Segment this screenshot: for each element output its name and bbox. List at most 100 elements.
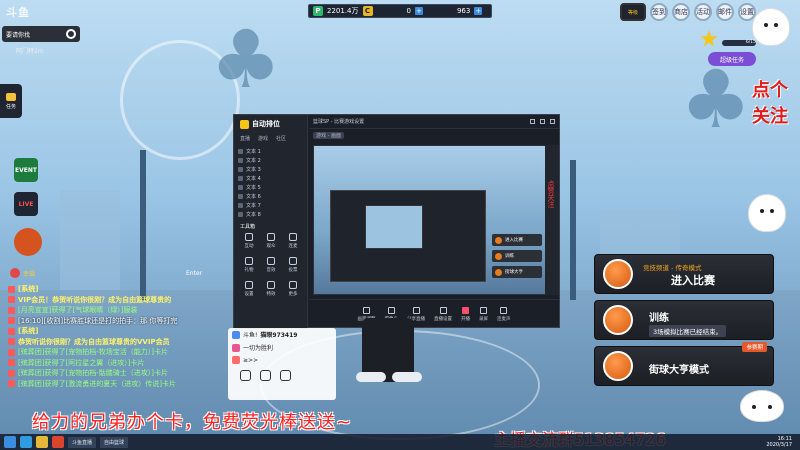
- share-icon[interactable]: [280, 370, 291, 381]
- scene-item[interactable]: 文本 3: [238, 165, 304, 174]
- os-taskbar: 斗鱼直播 自由篮球 16:11 2020/3/17: [0, 434, 800, 450]
- chat-message-text: [殡葬团]获得了[激流勇进的夏天（进攻）传说]卡片: [18, 379, 176, 388]
- currency-hud: P 2201.4万 C 0 + 963 +: [308, 4, 492, 18]
- fan-panel-tabs: [228, 366, 336, 381]
- window-logo: 自动排位: [240, 119, 280, 129]
- back-icon[interactable]: [66, 29, 76, 39]
- menu-card-1[interactable]: 竞技频道 - 传奇模式 进入比赛: [594, 254, 774, 294]
- chat-message-text: [16:10][收割]比赛胜球还是打的拍手：那 你等打完: [18, 316, 178, 325]
- palm-tree-right: ♣: [680, 53, 752, 146]
- room-label: 要请你找: [6, 31, 31, 39]
- menu-card-description: 3场模拟比赛已经结束。: [649, 325, 727, 337]
- super-task-button[interactable]: 超级任务: [708, 52, 756, 66]
- basketball-icon: [495, 268, 502, 276]
- clock-icon[interactable]: [240, 370, 251, 381]
- top-icon-button[interactable]: 等级: [620, 3, 646, 21]
- follow-prompt: 点个关注: [752, 80, 788, 127]
- tools-heading: 工具箱: [240, 224, 256, 230]
- tool-button[interactable]: 连麦: [282, 233, 304, 249]
- scene-item-label: 文本 3: [246, 167, 261, 173]
- scene-item[interactable]: 文本 6: [238, 192, 304, 201]
- tool-button[interactable]: 观众: [260, 233, 282, 249]
- eye-icon[interactable]: [238, 203, 243, 208]
- task-side-label: 任务: [5, 103, 16, 110]
- window-bottom-button[interactable]: 直播设置: [434, 307, 452, 322]
- eye-icon[interactable]: [238, 176, 243, 181]
- chat-message: 恭贺听说你很刚？成为自由篮球尊贵的VVIP会员: [8, 337, 224, 348]
- top-icon-button[interactable]: 签到: [650, 3, 668, 21]
- close-icon[interactable]: [550, 119, 555, 124]
- game-icon[interactable]: [52, 436, 64, 448]
- window-bottom-label: 连麦声: [497, 317, 511, 322]
- task-side-button[interactable]: 任务: [0, 84, 22, 118]
- speaker-icon: [8, 359, 15, 367]
- gift-icon[interactable]: [260, 370, 271, 381]
- window-tab[interactable]: 社区: [276, 135, 286, 142]
- eye-icon[interactable]: [238, 185, 243, 190]
- taskbar-item[interactable]: 斗鱼直播: [68, 436, 97, 448]
- add-coins-button[interactable]: +: [414, 7, 423, 15]
- window-bottom-button[interactable]: 开播: [461, 307, 470, 322]
- top-icon-button[interactable]: 商店: [672, 3, 690, 21]
- fan-panel: 斗鱼! 猫眼973419 一切为胜利 ≥>>: [228, 328, 336, 400]
- browser-icon[interactable]: [20, 436, 32, 448]
- scene-item[interactable]: 文本 5: [238, 183, 304, 192]
- eye-icon[interactable]: [238, 212, 243, 217]
- tool-button[interactable]: 互动: [238, 233, 260, 249]
- tool-button[interactable]: 特效: [260, 281, 282, 297]
- window-bottom-label: 录屏: [479, 317, 488, 322]
- tool-label: 礼物: [244, 268, 254, 273]
- tool-button[interactable]: 投票: [282, 257, 304, 273]
- window-bottom-toolbar: 画面调整摄像头分享直播直播设置开播录屏连麦声: [309, 299, 559, 329]
- live-icon[interactable]: LIVE: [14, 192, 38, 216]
- menu-card-2[interactable]: 训练 3场模拟比赛已经结束。: [594, 300, 774, 340]
- vote-icon[interactable]: [14, 228, 42, 256]
- preview-card-label: 进入比赛: [505, 238, 523, 243]
- scene-pill[interactable]: 游戏 - 画面: [313, 131, 344, 139]
- event-icon[interactable]: EVENT: [14, 158, 38, 182]
- tool-button[interactable]: 更多: [282, 281, 304, 297]
- tool-button[interactable]: 礼物: [238, 257, 260, 273]
- top-icon-button[interactable]: 邮件: [716, 3, 734, 21]
- maximize-icon[interactable]: [540, 119, 545, 124]
- scene-item[interactable]: 文本 2: [238, 156, 304, 165]
- eye-icon[interactable]: [238, 158, 243, 163]
- window-tab[interactable]: 游戏: [258, 135, 268, 142]
- player-tag: 幸福: [10, 268, 35, 278]
- scene-item[interactable]: 文本 8: [238, 210, 304, 219]
- chat-message: [16:10][收割]比赛胜球还是打的拍手：那 你等打完: [8, 316, 224, 327]
- eye-icon[interactable]: [238, 194, 243, 199]
- window-bottom-button[interactable]: 录屏: [479, 307, 488, 322]
- taskbar-item[interactable]: 自由篮球: [100, 436, 129, 448]
- speaker-icon: [8, 327, 15, 335]
- chat-message-text: [殡葬团]获得了[宠物拍档-骷髅骑士（进攻）]卡片: [18, 369, 168, 377]
- window-tab[interactable]: 直播: [240, 135, 250, 142]
- tool-button[interactable]: 音效: [260, 257, 282, 273]
- fan-row-2: 一切为胜利: [228, 341, 336, 354]
- scene-item-label: 文本 5: [246, 185, 261, 191]
- tool-icon: [267, 281, 275, 289]
- eye-icon[interactable]: [238, 167, 243, 172]
- scene-item[interactable]: 文本 1: [238, 147, 304, 156]
- eye-icon[interactable]: [238, 149, 243, 154]
- folder-icon[interactable]: [36, 436, 48, 448]
- tool-label: 特效: [266, 292, 276, 297]
- chat-message: [殡葬团]获得了[激流勇进的夏天（进攻）传说]卡片: [8, 379, 224, 390]
- start-button[interactable]: [4, 436, 16, 448]
- chat-feed: [系统] VIP会员！恭贺听说你很刚？成为自由篮球尊贵的 [月亮宣宣]获得了[气球眼…: [8, 284, 224, 389]
- menu-card-3[interactable]: 街球大亨模式 参赛期: [594, 342, 774, 386]
- tool-button[interactable]: 设置: [238, 281, 260, 297]
- scene-item-label: 文本 1: [246, 149, 261, 155]
- fan-icon: [232, 330, 240, 339]
- minimize-icon[interactable]: [530, 119, 535, 124]
- scene-item[interactable]: 文本 4: [238, 174, 304, 183]
- chat-message: [月亮宣宣]获得了[气球眼睛（绿）]服装: [8, 305, 224, 316]
- basketball-icon: [603, 305, 633, 335]
- top-icon-button[interactable]: 活动: [694, 3, 712, 21]
- room-info-box[interactable]: 要请你找: [2, 26, 80, 42]
- window-bottom-button[interactable]: 连麦声: [497, 307, 511, 322]
- scene-item[interactable]: 文本 7: [238, 201, 304, 210]
- scene-item-label: 文本 8: [246, 212, 261, 218]
- embedded-streamer-window[interactable]: 自动排位 直播 游戏 社区 文本 1 文本 2 文本 3 文本 4 文本 5 文本 6 文本 7…: [233, 114, 560, 329]
- add-gems-button[interactable]: +: [474, 7, 483, 15]
